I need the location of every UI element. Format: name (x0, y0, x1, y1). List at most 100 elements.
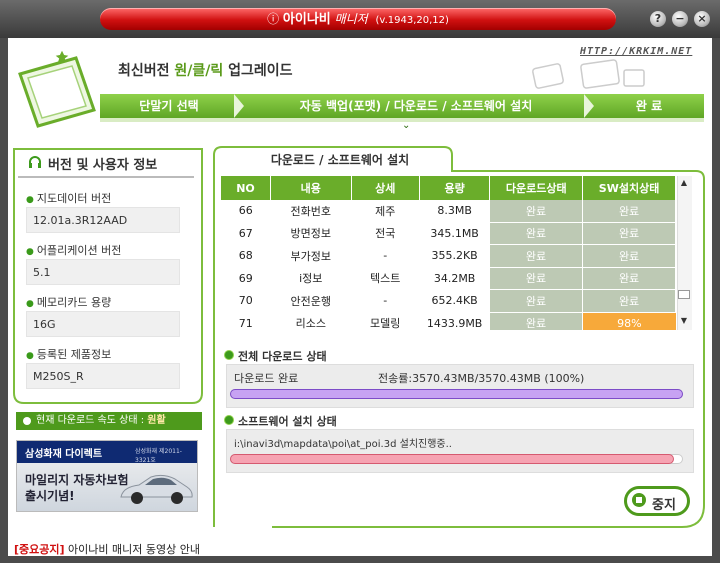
table-row[interactable]: 66 전화번호 제주 8.3MB 완료 완료 (221, 200, 676, 223)
col-no: NO (221, 176, 271, 200)
row-size: 34.2MB (419, 267, 490, 290)
app-version-label: ● 어플리케이션 버전 (26, 244, 122, 257)
tab-download-install[interactable]: 다운로드 / 소프트웨어 설치 (230, 150, 450, 170)
col-detail: 상세 (351, 176, 420, 200)
row-detail: - (351, 289, 420, 313)
row-install-status: 완료 (582, 267, 676, 290)
row-no: 70 (221, 289, 271, 313)
memory-card-label: ● 메모리카드 용량 (26, 296, 112, 309)
row-no: 71 (221, 312, 271, 330)
section-bullet-icon (224, 415, 234, 425)
row-install-status: 98% (582, 312, 676, 330)
table-row[interactable]: 69 i정보 텍스트 34.2MB 완료 완료 (221, 267, 676, 290)
row-install-status: 완료 (582, 289, 676, 313)
status-dot-icon (23, 417, 31, 425)
ad-note: 삼성화재 제2011-3321호 (135, 448, 182, 464)
step-complete: 완 료 (635, 99, 663, 113)
window-frame-right (712, 38, 720, 563)
map-version-label: ● 지도데이터 버전 (26, 192, 112, 205)
site-link[interactable]: HTTP://KRKIM.NET (580, 46, 692, 57)
row-size: 1433.9MB (419, 312, 490, 330)
table-scrollbar[interactable] (677, 176, 692, 330)
device-outline-icon (532, 59, 645, 89)
row-download-status: 완료 (489, 222, 584, 245)
notice-bar[interactable]: [중요공지] 아이나비 매니저 동영상 안내 (14, 541, 200, 557)
row-detail: - (351, 244, 420, 268)
app-name: 아이나비 (282, 12, 331, 27)
download-speed-status: 현재 다운로드 속도 상태 : 원활 (16, 412, 202, 430)
app-sub: 매니저 (334, 12, 368, 26)
minimize-button[interactable]: − (672, 11, 688, 27)
col-content: 내용 (270, 176, 352, 200)
window-frame-left (0, 38, 8, 563)
table-row[interactable]: 68 부가정보 -355.2KB 완료 완료 (221, 244, 676, 268)
row-content: 방면정보 (270, 222, 352, 245)
row-download-status: 완료 (489, 200, 584, 223)
row-content: 리소스 (270, 312, 352, 330)
col-size: 용량 (419, 176, 491, 200)
help-button[interactable]: ? (650, 11, 666, 27)
row-size: 8.3MB (419, 200, 490, 223)
overall-download-title: 전체 다운로드 상태 (238, 350, 327, 363)
scroll-up-icon[interactable]: ▲ (677, 178, 691, 187)
product-info-value: M250S_R (26, 363, 180, 389)
step-select-device: 단말기 선택 (139, 99, 199, 113)
stop-button-label[interactable]: 중지 (652, 494, 676, 513)
row-content: 안전운행 (270, 289, 352, 313)
table-row[interactable]: 67 방면정보 전국 345.1MB 완료 완료 (221, 222, 676, 245)
ad-subline: 출시기념! (25, 489, 75, 503)
page-title: 최신버전 원/클/릭 업그레이드 (118, 63, 293, 79)
row-detail: 제주 (351, 200, 420, 223)
table-row[interactable]: 71 리소스 모델링 1433.9MB 완료 98% (221, 312, 676, 330)
table-row[interactable]: 70 안전운행 -652.4KB 완료 완료 (221, 289, 676, 313)
step-bar: 단말기 선택 자동 백업(포맷) / 다운로드 / 소프트웨어 설치 완 료 (100, 94, 704, 118)
row-download-status: 완료 (489, 244, 584, 268)
step-chevron-icon (584, 94, 594, 118)
notice-text[interactable]: 아이나비 매니저 동영상 안내 (65, 543, 200, 556)
car-icon (120, 474, 193, 504)
row-detail: 모델링 (351, 312, 420, 330)
scroll-thumb[interactable] (678, 290, 690, 299)
row-size: 652.4KB (419, 289, 490, 313)
ad-banner[interactable]: 삼성화재 다이렉트 삼성화재 제2011-3321호 마일리지 자동차보험 출시… (16, 440, 198, 512)
headset-icon (29, 156, 41, 168)
row-download-status: 완료 (489, 312, 584, 330)
install-progress-bar (230, 454, 674, 464)
row-download-status: 완료 (489, 267, 584, 290)
row-no: 66 (221, 200, 271, 223)
info-panel-title: 버전 및 사용자 정보 (48, 158, 158, 173)
row-detail: 텍스트 (351, 267, 420, 290)
row-content: 전화번호 (270, 200, 352, 223)
row-no: 68 (221, 244, 271, 268)
step-chevron-icon (234, 94, 244, 118)
stop-icon[interactable] (632, 493, 646, 507)
close-button[interactable]: × (694, 11, 710, 27)
download-table: NO 내용 상세 용량 다운로드상태 SW설치상태 66 전화번호 제주 8.3MB 완… (221, 176, 676, 330)
scroll-down-icon[interactable]: ▼ (677, 316, 691, 325)
bullet-icon: ● (26, 247, 34, 257)
row-install-status: 완료 (582, 244, 676, 268)
section-bullet-icon (224, 350, 234, 360)
chevron-down-icon: ⌄ (402, 120, 411, 131)
memory-card-value: 16G (26, 311, 180, 337)
download-speed-value: 원활 (147, 415, 166, 426)
row-content: 부가정보 (270, 244, 352, 268)
device-icon (18, 50, 96, 128)
install-status-title: 소프트웨어 설치 상태 (238, 415, 337, 428)
window-frame-bottom (0, 556, 720, 563)
row-size: 345.1MB (419, 222, 490, 245)
app-version-value: 5.1 (26, 259, 180, 285)
overall-progress-bar (230, 389, 683, 399)
install-status-path: i:\inavi3d\mapdata\poi\at_poi.3d 설치진행중.. (234, 439, 452, 450)
row-download-status: 완료 (489, 289, 584, 313)
product-info-label: ● 등록된 제품정보 (26, 348, 112, 361)
row-content: i정보 (270, 267, 352, 290)
bullet-icon: ● (26, 195, 34, 205)
app-logo-icon: ⓘ (267, 12, 280, 26)
bullet-icon: ● (26, 299, 34, 309)
bullet-icon: ● (26, 351, 34, 361)
step-backup-download-install: 자동 백업(포맷) / 다운로드 / 소프트웨어 설치 (299, 99, 533, 113)
row-size: 355.2KB (419, 244, 490, 268)
divider (18, 176, 194, 178)
app-version: (v.1943,20,12) (375, 15, 449, 26)
